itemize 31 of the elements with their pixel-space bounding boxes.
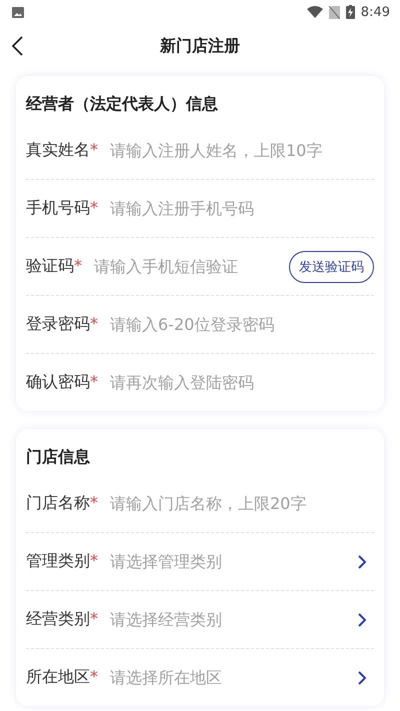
chevron-right-icon[interactable] — [358, 554, 366, 568]
input-field[interactable]: 请选择经营类别 — [110, 610, 358, 629]
field-label: 验证码* — [26, 256, 82, 277]
battery-charging-icon — [346, 5, 355, 19]
field-label: 手机号码* — [26, 198, 98, 219]
input-field[interactable]: 请再次输入登陆密码 — [110, 373, 374, 392]
chevron-right-icon[interactable] — [358, 612, 366, 626]
chevron-right-icon[interactable] — [358, 670, 366, 684]
input-field[interactable]: 请输入注册人姓名，上限10字 — [110, 140, 374, 160]
status-time: 8:49 — [360, 4, 390, 20]
no-sim-icon — [328, 6, 340, 18]
input-field[interactable]: 请输入手机短信验证 — [94, 257, 283, 276]
input-field[interactable]: 请输入注册手机号码 — [110, 199, 374, 218]
input-field[interactable]: 请输入门店名称，上限20字 — [110, 494, 374, 512]
input-field[interactable]: 请选择所在地区 — [110, 668, 358, 687]
back-icon[interactable] — [10, 36, 24, 56]
send-code-button[interactable]: 发送验证码 — [289, 250, 374, 282]
input-field[interactable]: 请选择管理类别 — [110, 552, 358, 571]
section-title: 门店信息 — [26, 446, 91, 468]
field-label: 经营类别* — [26, 609, 98, 630]
field-label: 确认密码* — [26, 372, 98, 393]
section-title: 经营者（法定代表人）信息 — [26, 93, 219, 115]
field-label: 所在地区* — [26, 667, 98, 688]
image-icon — [12, 6, 24, 18]
field-label: 登录密码* — [26, 314, 98, 335]
field-label: 真实姓名* — [26, 140, 98, 160]
wifi-icon — [306, 6, 323, 18]
input-field[interactable]: 请输入6-20位登录密码 — [110, 315, 374, 334]
field-label: 门店名称* — [26, 492, 98, 514]
page-title: 新门店注册 — [160, 36, 240, 56]
field-label: 管理类别* — [26, 551, 98, 572]
